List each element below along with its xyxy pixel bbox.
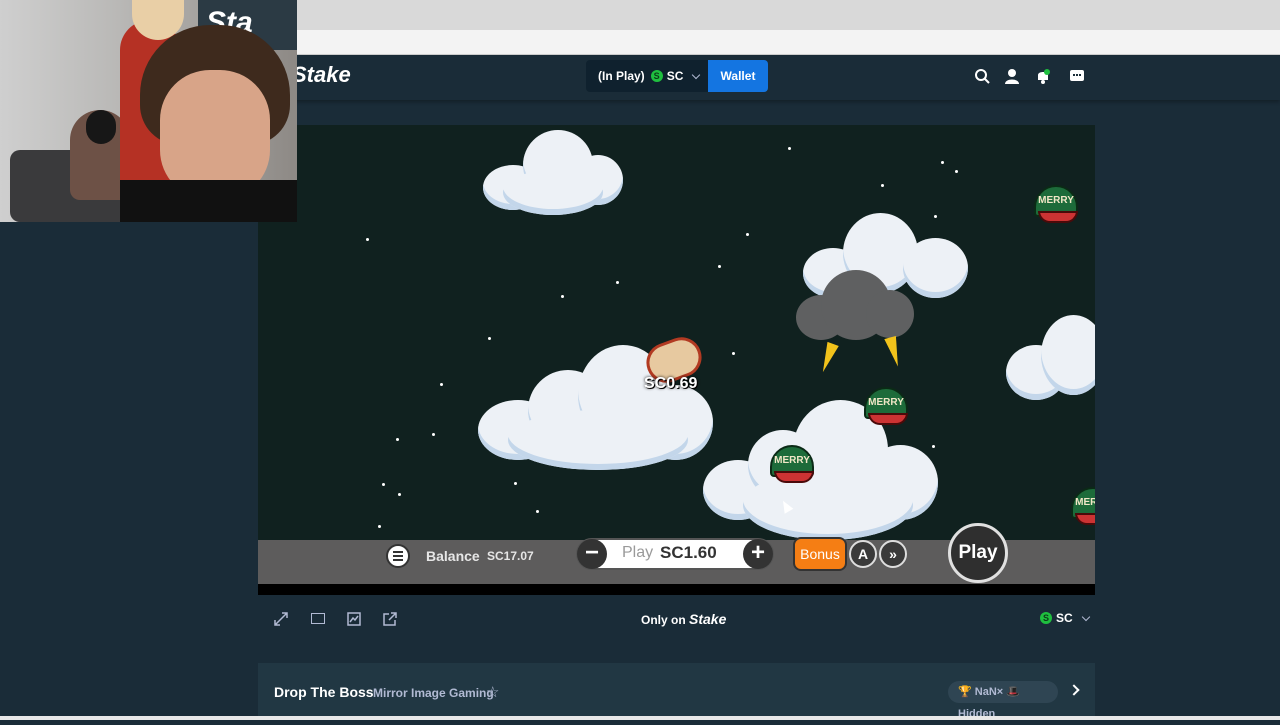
game-title: Drop The Boss bbox=[274, 684, 374, 700]
merry-cap: MERRY bbox=[1071, 487, 1095, 527]
wallet-button[interactable]: Wallet bbox=[708, 60, 768, 92]
fullscreen-icon[interactable] bbox=[274, 612, 288, 626]
popout-icon[interactable] bbox=[383, 612, 397, 626]
snowflake bbox=[440, 383, 443, 386]
game-stats-badge: 🏆 NaN× 🎩 Hidden bbox=[948, 681, 1058, 720]
chevron-down-icon bbox=[1081, 612, 1090, 621]
snowflake bbox=[514, 482, 517, 485]
webcam-streamer-body bbox=[120, 180, 297, 222]
play-button[interactable]: Play bbox=[948, 523, 1008, 583]
snowflake bbox=[536, 510, 539, 513]
display-currency-selector[interactable]: S SC bbox=[1040, 611, 1090, 625]
snowflake bbox=[955, 170, 958, 173]
sc-coin-icon: S bbox=[1040, 612, 1052, 624]
only-on-stake-label: Only on Stake bbox=[641, 611, 726, 627]
cloud bbox=[483, 125, 623, 215]
only-on-brand: Stake bbox=[689, 611, 727, 627]
game-provider[interactable]: Mirror Image Gaming bbox=[373, 686, 494, 700]
theatre-mode-icon[interactable] bbox=[311, 613, 325, 624]
snowflake bbox=[746, 233, 749, 236]
stake-logo[interactable]: Stake bbox=[292, 62, 351, 88]
current-win-amount: SC0.69 bbox=[644, 375, 698, 392]
snowflake bbox=[382, 483, 385, 486]
webcam-person-seated-head bbox=[86, 110, 116, 144]
autoplay-button[interactable]: A bbox=[849, 540, 877, 568]
stats-icon[interactable] bbox=[347, 612, 361, 626]
only-on-text: Only on bbox=[641, 613, 686, 627]
bet-amount-value: SC1.60 bbox=[660, 543, 717, 562]
snowflake bbox=[366, 238, 369, 241]
increase-bet-button[interactable]: + bbox=[743, 539, 773, 569]
game-canvas[interactable]: MERRY MERRY MERRY MERRY SC0.69 Balance S… bbox=[258, 125, 1095, 595]
balance-selector[interactable]: (In Play) S SC bbox=[586, 60, 708, 92]
game-sky: MERRY MERRY MERRY MERRY SC0.69 bbox=[258, 125, 1095, 540]
snowflake bbox=[941, 161, 944, 164]
merry-cap: MERRY bbox=[1034, 185, 1078, 225]
page-bottom-edge bbox=[0, 716, 1280, 720]
balance-value: SC17.07 bbox=[487, 549, 534, 563]
decrease-bet-button[interactable]: − bbox=[577, 539, 607, 569]
snowflake bbox=[378, 525, 381, 528]
chevron-down-icon bbox=[692, 70, 701, 79]
snowflake bbox=[788, 147, 791, 150]
snowflake bbox=[432, 433, 435, 436]
display-currency-label: SC bbox=[1056, 611, 1073, 625]
webcam-overlay: Sta bbox=[0, 0, 297, 222]
game-menu-button[interactable] bbox=[386, 544, 410, 568]
snowflake bbox=[732, 352, 735, 355]
lightning-bolt bbox=[817, 341, 839, 375]
merry-cap: MERRY bbox=[770, 445, 814, 485]
snowflake bbox=[718, 265, 721, 268]
snowflake bbox=[398, 493, 401, 496]
chat-icon[interactable] bbox=[1069, 68, 1085, 84]
snowflake bbox=[561, 295, 564, 298]
favorite-star-icon[interactable]: ☆ bbox=[486, 683, 499, 701]
currency-label: SC bbox=[666, 69, 684, 83]
storm-cloud bbox=[796, 270, 916, 345]
snowflake bbox=[396, 438, 399, 441]
turbo-button[interactable]: » bbox=[879, 540, 907, 568]
merry-cap: MERRY bbox=[864, 387, 908, 427]
sc-coin-icon: S bbox=[650, 70, 663, 82]
in-play-label: (In Play) bbox=[598, 69, 645, 83]
balance-label: Balance bbox=[426, 548, 480, 564]
snowflake bbox=[616, 281, 619, 284]
search-icon[interactable] bbox=[974, 68, 990, 84]
snowflake bbox=[881, 184, 884, 187]
notification-bell-icon[interactable] bbox=[1035, 68, 1051, 84]
cloud bbox=[1006, 315, 1095, 405]
bet-prefix-label: Play bbox=[622, 544, 654, 561]
bonus-button[interactable]: Bonus bbox=[793, 537, 847, 571]
user-icon[interactable] bbox=[1004, 68, 1020, 84]
game-bottom-strip bbox=[258, 584, 1095, 595]
